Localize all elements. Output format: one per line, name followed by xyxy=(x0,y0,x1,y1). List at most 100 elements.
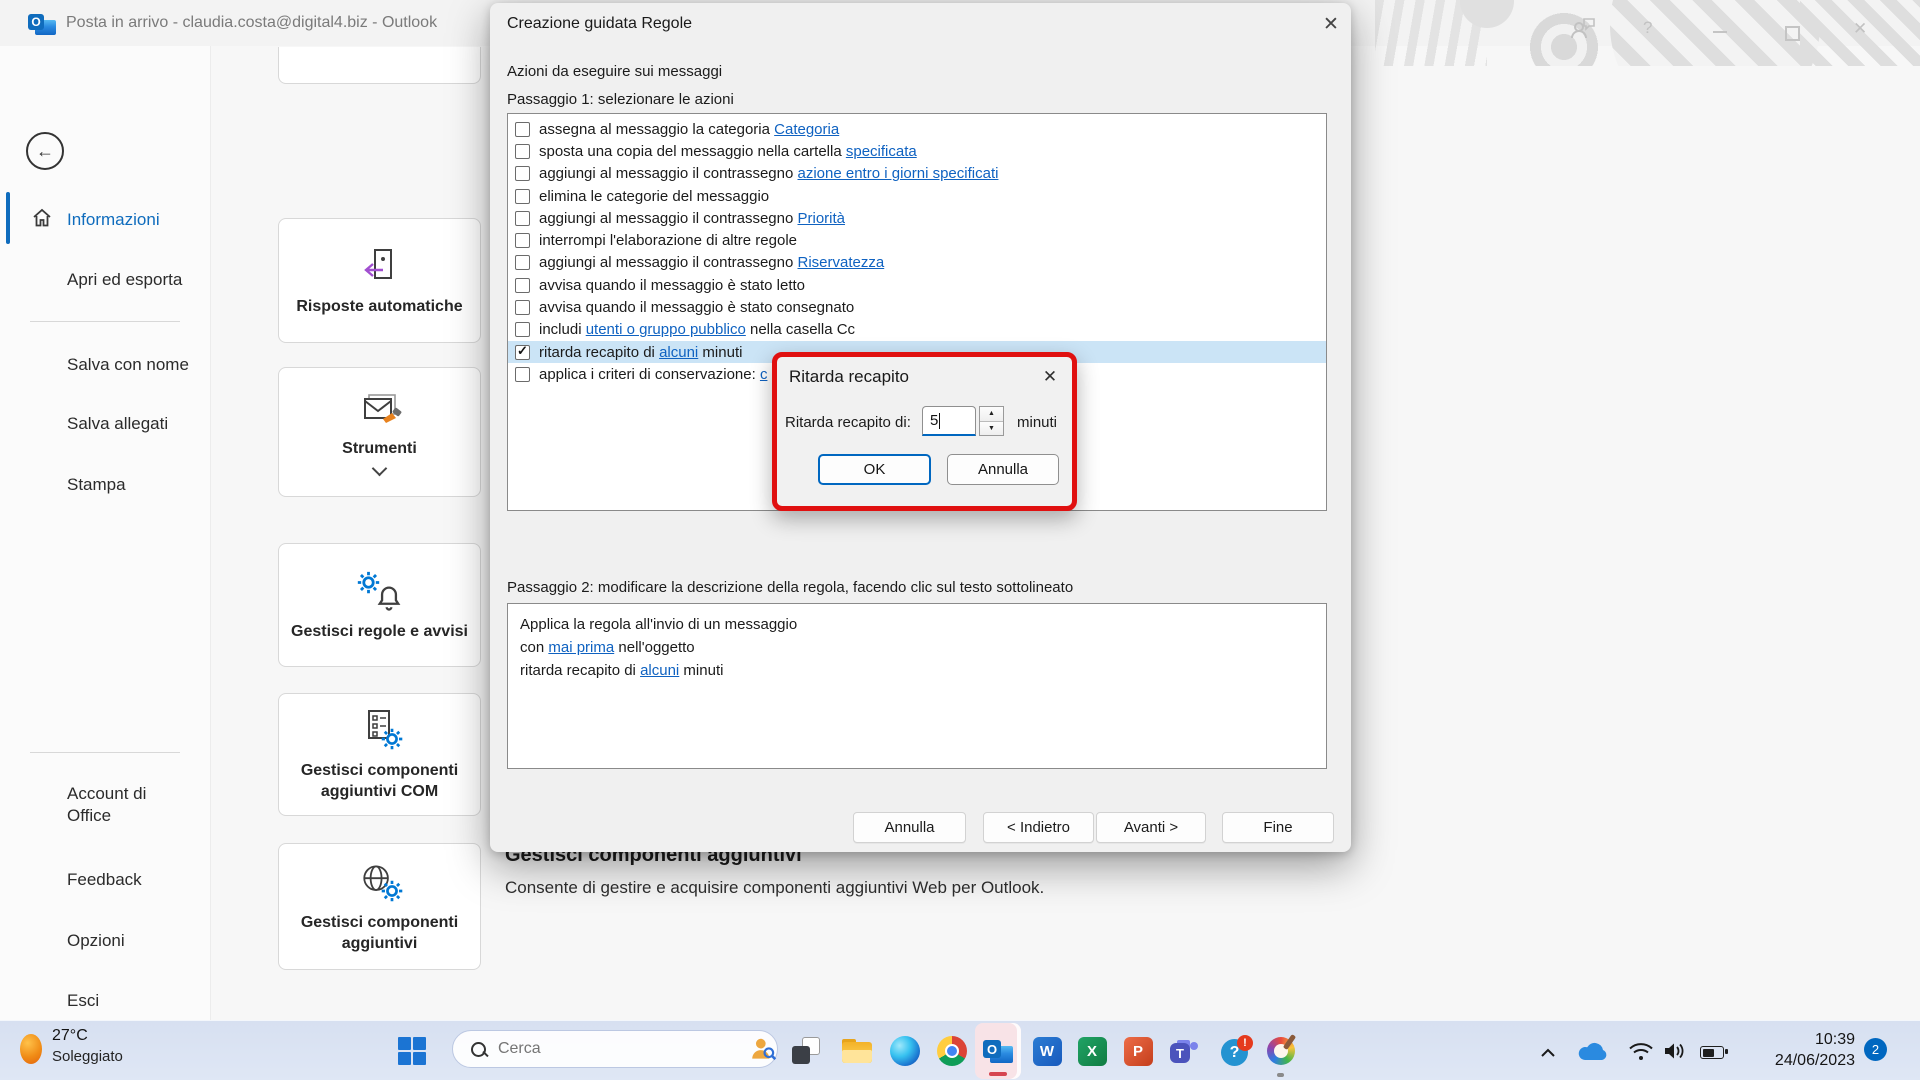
dialog-title: Ritarda recapito xyxy=(789,367,909,387)
checkbox[interactable] xyxy=(515,367,530,382)
sidebar-item-informazioni[interactable]: Informazioni xyxy=(67,210,160,230)
minimize-icon[interactable] xyxy=(1713,31,1727,33)
minutes-stepper[interactable]: ▲ ▼ xyxy=(979,406,1004,436)
action-link[interactable]: Priorità xyxy=(798,210,846,227)
unit-label: minuti xyxy=(1017,414,1057,431)
sidebar-item-account-di-office[interactable]: Account di Office xyxy=(67,783,192,827)
action-link[interactable]: specificata xyxy=(846,143,917,160)
help-icon[interactable]: ? xyxy=(1643,18,1652,38)
checkbox[interactable] xyxy=(515,211,530,226)
edge-icon[interactable] xyxy=(889,1035,921,1067)
card-strumenti[interactable]: Strumenti xyxy=(278,367,481,497)
ok-button[interactable]: OK xyxy=(818,454,931,485)
restore-icon[interactable] xyxy=(1785,26,1800,41)
action-item[interactable]: aggiungi al messaggio il contrassegno az… xyxy=(508,163,1326,185)
action-link[interactable]: azione entro i giorni specificati xyxy=(798,165,999,182)
teams-icon[interactable]: T xyxy=(1169,1035,1201,1067)
wifi-icon[interactable] xyxy=(1628,1042,1654,1066)
checkbox[interactable] xyxy=(515,189,530,204)
action-item[interactable]: elimina le categorie del messaggio xyxy=(508,185,1326,207)
word-icon[interactable]: W xyxy=(1031,1035,1063,1067)
checkbox[interactable] xyxy=(515,300,530,315)
file-explorer-icon[interactable] xyxy=(841,1035,873,1067)
sidebar-item-stampa[interactable]: Stampa xyxy=(67,475,126,495)
action-item[interactable]: avvisa quando il messaggio è stato conse… xyxy=(508,296,1326,318)
sidebar-item-salva-allegati[interactable]: Salva allegati xyxy=(67,414,168,434)
tray-clock[interactable]: 10:39 24/06/2023 xyxy=(1725,1029,1855,1071)
outlook-icon: O xyxy=(983,1036,1013,1064)
card-gestisci-regole-e-avvisi[interactable]: Gestisci regole e avvisi xyxy=(278,543,481,667)
start-button[interactable] xyxy=(398,1037,426,1065)
task-view-icon[interactable] xyxy=(790,1035,822,1067)
card-risposte-automatiche[interactable]: Risposte automatiche xyxy=(278,218,481,343)
checkbox[interactable] xyxy=(515,278,530,293)
card-label: Gestisci componenti aggiuntivi xyxy=(279,912,480,954)
feedback-person-icon[interactable] xyxy=(1570,16,1596,40)
sidebar-item-esci[interactable]: Esci xyxy=(67,991,99,1011)
checkbox[interactable] xyxy=(515,322,530,337)
weather-sun-icon[interactable] xyxy=(20,1034,42,1064)
next-button[interactable]: Avanti > xyxy=(1096,812,1206,843)
action-link[interactable]: Riservatezza xyxy=(798,254,885,271)
card-gestisci-componenti-aggiuntivi[interactable]: Gestisci componenti aggiuntivi xyxy=(278,843,481,970)
get-help-icon[interactable]: ? ! xyxy=(1221,1035,1253,1067)
checkbox[interactable] xyxy=(515,166,530,181)
notification-count-badge[interactable]: 2 xyxy=(1864,1038,1887,1061)
stepper-up-icon[interactable]: ▲ xyxy=(980,407,1003,422)
action-item[interactable]: sposta una copia del messaggio nella car… xyxy=(508,140,1326,162)
search-box[interactable] xyxy=(452,1030,778,1068)
checkbox[interactable] xyxy=(515,255,530,270)
paint-icon[interactable] xyxy=(1266,1035,1298,1067)
action-item[interactable]: avvisa quando il messaggio è stato letto xyxy=(508,274,1326,296)
action-item[interactable]: includi utenti o gruppo pubblico nella c… xyxy=(508,319,1326,341)
back-button[interactable]: < Indietro xyxy=(983,812,1094,843)
action-item[interactable]: assegna al messaggio la categoria Catego… xyxy=(508,118,1326,140)
step1-label: Passaggio 1: selezionare le azioni xyxy=(507,91,734,108)
action-item[interactable]: interrompi l'elaborazione di altre regol… xyxy=(508,229,1326,251)
action-link[interactable]: c xyxy=(760,366,768,383)
volume-icon[interactable] xyxy=(1662,1041,1688,1066)
checkbox-checked[interactable] xyxy=(515,345,530,360)
backstage-sidebar: ← Informazioni Apri ed esporta Salva con… xyxy=(0,46,211,1020)
close-icon[interactable]: ✕ xyxy=(1038,365,1062,389)
rule-description-box[interactable]: Applica la regola all'invio di un messag… xyxy=(507,603,1327,769)
close-icon[interactable]: ✕ xyxy=(1853,19,1867,39)
weather-temperature[interactable]: 27°C xyxy=(52,1027,88,1045)
powerpoint-icon[interactable]: P xyxy=(1122,1035,1154,1067)
onedrive-icon[interactable] xyxy=(1576,1041,1608,1068)
rule-link[interactable]: alcuni xyxy=(640,662,679,679)
action-item[interactable]: aggiungi al messaggio il contrassegno Pr… xyxy=(508,207,1326,229)
minutes-input[interactable]: 5 xyxy=(922,406,976,436)
cancel-button[interactable]: Annulla xyxy=(853,812,966,843)
sidebar-item-feedback[interactable]: Feedback xyxy=(67,870,142,890)
action-link[interactable]: Categoria xyxy=(774,121,839,138)
stepper-down-icon[interactable]: ▼ xyxy=(980,422,1003,436)
action-link[interactable]: alcuni xyxy=(659,344,698,361)
dialog-title: Creazione guidata Regole xyxy=(507,15,692,33)
rule-link[interactable]: mai prima xyxy=(548,639,614,656)
tray-chevron-up-icon[interactable] xyxy=(1540,1045,1556,1063)
chrome-icon[interactable] xyxy=(936,1035,968,1067)
excel-icon[interactable]: X xyxy=(1076,1035,1108,1067)
checkbox[interactable] xyxy=(515,122,530,137)
battery-icon[interactable] xyxy=(1700,1046,1724,1059)
back-button[interactable]: ← xyxy=(26,132,64,170)
cancel-button[interactable]: Annulla xyxy=(947,454,1059,485)
outlook-taskbar-active-pill[interactable]: O xyxy=(975,1023,1021,1079)
checkbox[interactable] xyxy=(515,233,530,248)
running-app-indicator xyxy=(1277,1073,1284,1077)
close-icon[interactable]: ✕ xyxy=(1318,11,1344,37)
finish-button[interactable]: Fine xyxy=(1222,812,1334,843)
action-item[interactable]: aggiungi al messaggio il contrassegno Ri… xyxy=(508,252,1326,274)
sidebar-item-salva-con-nome[interactable]: Salva con nome xyxy=(67,355,189,375)
desktop: O Posta in arrivo - claudia.costa@digita… xyxy=(0,0,1920,1080)
taskbar: 27°C Soleggiato xyxy=(0,1020,1920,1080)
action-link[interactable]: utenti o gruppo pubblico xyxy=(586,321,746,338)
search-input[interactable] xyxy=(496,1039,709,1059)
card-gestisci-componenti-aggiuntivi-com[interactable]: Gestisci componenti aggiuntivi COM xyxy=(278,693,481,816)
weather-condition[interactable]: Soleggiato xyxy=(52,1048,123,1065)
sidebar-item-opzioni[interactable]: Opzioni xyxy=(67,931,125,951)
rules-wizard-dialog: Creazione guidata Regole ✕ Azioni da ese… xyxy=(490,3,1351,852)
checkbox[interactable] xyxy=(515,144,530,159)
sidebar-item-apri-ed-esporta[interactable]: Apri ed esporta xyxy=(67,270,182,290)
